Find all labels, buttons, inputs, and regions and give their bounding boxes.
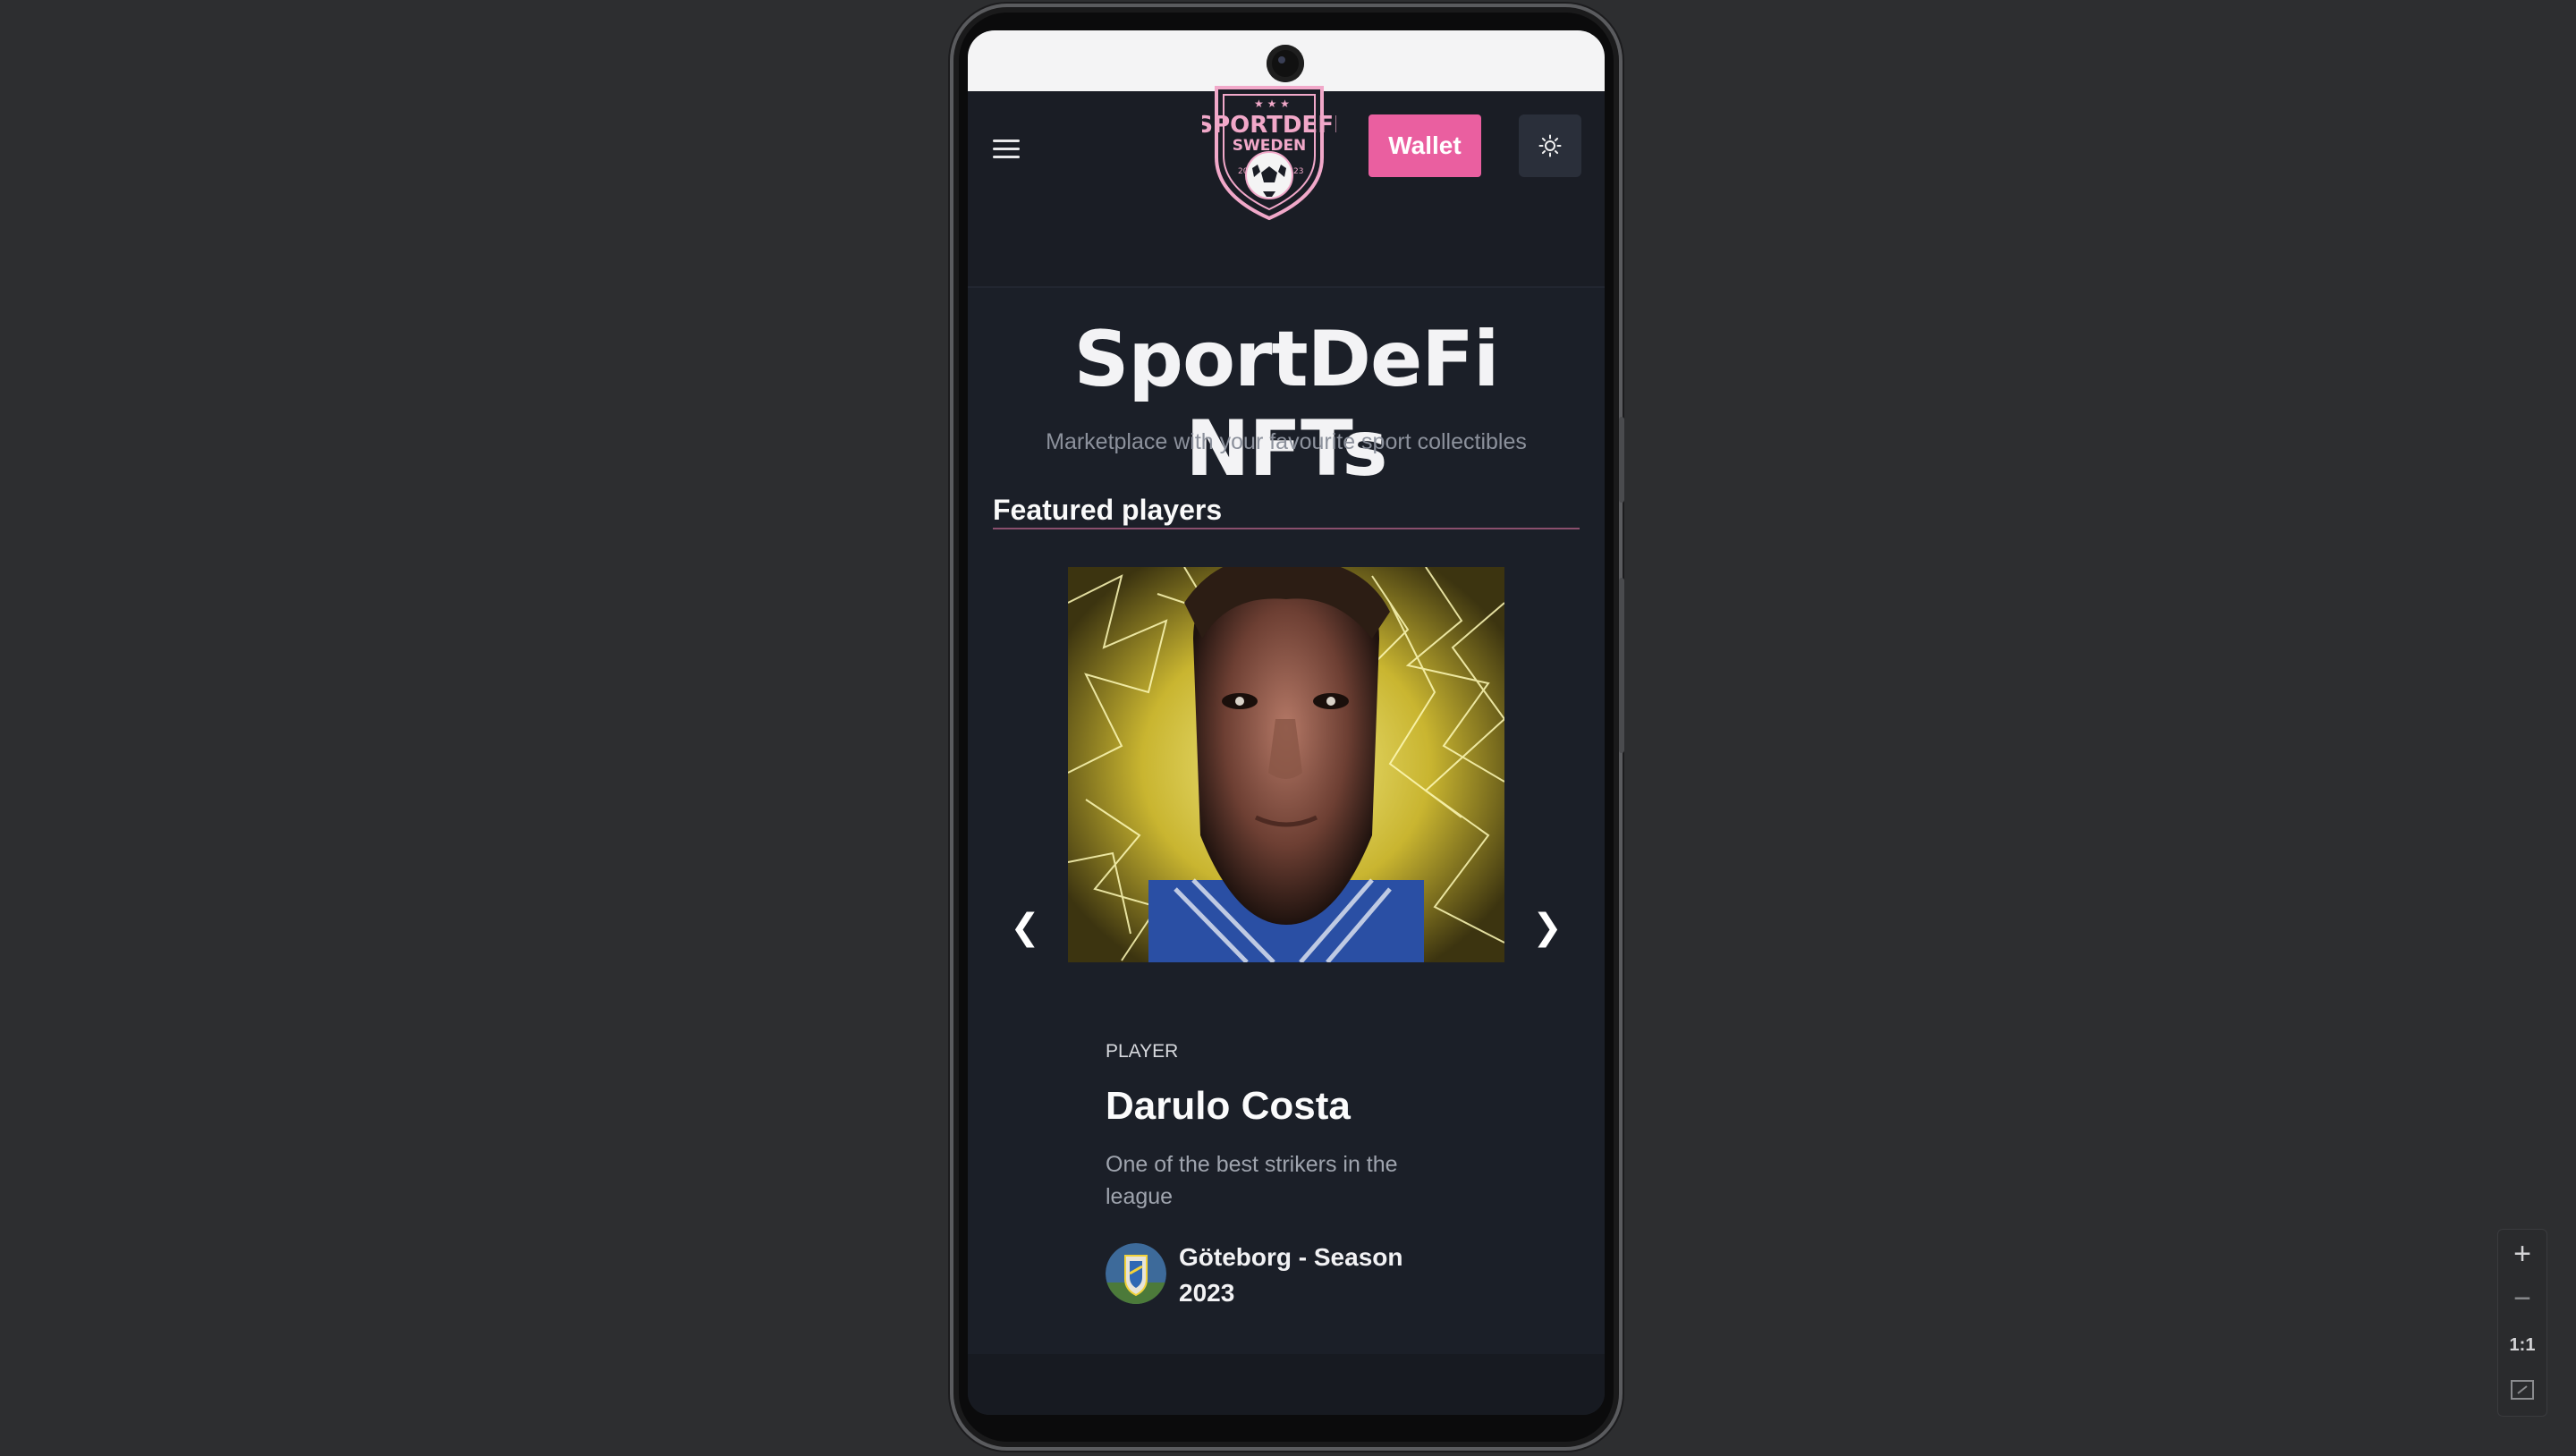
fit-screen-button[interactable]	[2498, 1367, 2546, 1412]
logo-year-right: 23	[1293, 167, 1303, 176]
player-description: One of the best strikers in the league	[1106, 1152, 1398, 1209]
logo-text-top: SPORTDEFI	[1202, 112, 1336, 139]
wallet-button[interactable]: Wallet	[1368, 114, 1481, 177]
hamburger-icon-line	[993, 155, 1020, 158]
zoom-out-button[interactable]: −	[2498, 1276, 2546, 1321]
card-kicker: PLAYER	[1106, 1041, 1179, 1062]
sun-icon	[1538, 134, 1562, 157]
team-season-label: Göteborg - Season 2023	[1179, 1243, 1403, 1307]
zoom-controls: + − 1:1	[2497, 1229, 2547, 1417]
fit-screen-icon	[2511, 1380, 2534, 1400]
page-subtitle: Marketplace with your favourite sport co…	[1046, 429, 1527, 454]
front-camera	[1267, 45, 1304, 82]
carousel-prev-button[interactable]: ❮	[1007, 907, 1043, 948]
zoom-in-button[interactable]: +	[2498, 1232, 2546, 1276]
hamburger-icon-line	[993, 139, 1020, 142]
phone-screen: ★ ★ ★ SPORTDEFI SWEDEN 20 23 Wallet Spor…	[968, 30, 1605, 1415]
sportdefi-logo[interactable]: ★ ★ ★ SPORTDEFI SWEDEN 20 23	[1202, 80, 1336, 224]
team-avatar	[1106, 1243, 1166, 1304]
section-divider	[993, 528, 1580, 529]
menu-button[interactable]	[993, 134, 1021, 163]
svg-text:★ ★ ★: ★ ★ ★	[1254, 97, 1290, 110]
actual-size-button[interactable]: 1:1	[2498, 1323, 2546, 1367]
player-name[interactable]: Darulo Costa	[1106, 1084, 1351, 1129]
phone-side-button	[1619, 417, 1624, 503]
player-photo[interactable]	[1068, 567, 1504, 962]
theme-toggle-button[interactable]	[1519, 114, 1581, 177]
page-title: SportDeFi NFTs	[1073, 315, 1499, 494]
page-footer-strip	[968, 1354, 1605, 1415]
featured-players-heading: Featured players	[993, 494, 1223, 526]
carousel-next-button[interactable]: ❯	[1530, 907, 1565, 948]
phone-volume-button	[1619, 578, 1624, 753]
hamburger-icon-line	[993, 147, 1020, 150]
